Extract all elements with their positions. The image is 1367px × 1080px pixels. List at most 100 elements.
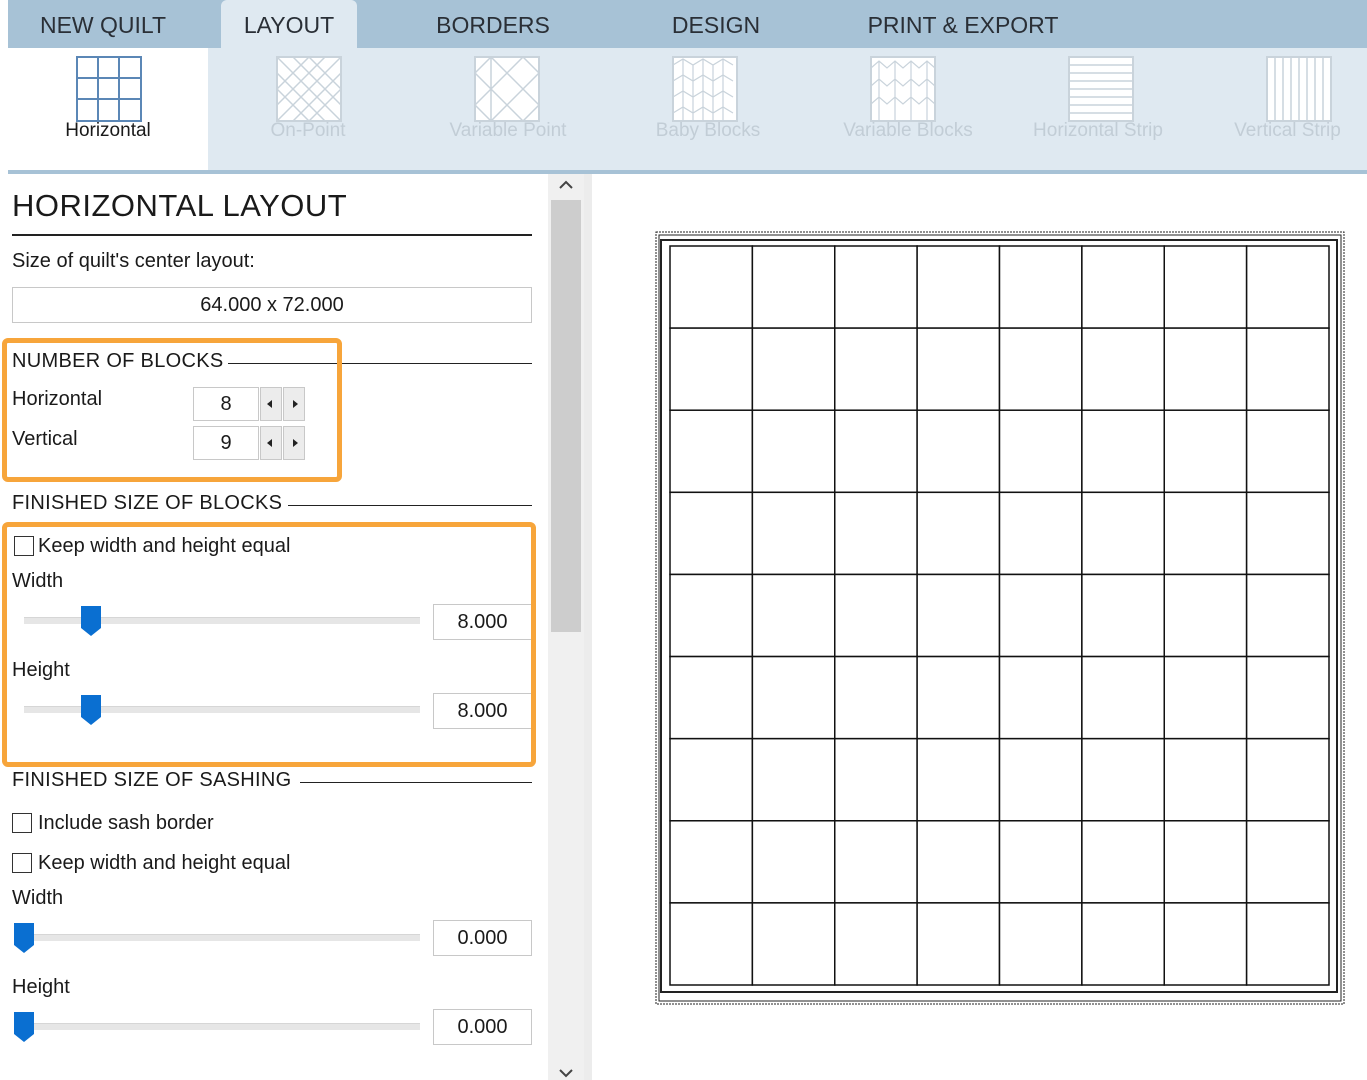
- quilt-block[interactable]: [1081, 737, 1165, 822]
- quilt-block[interactable]: [1163, 245, 1248, 329]
- quilt-block[interactable]: [669, 245, 754, 329]
- tab-new-quilt[interactable]: NEW QUILT: [8, 0, 198, 48]
- sashing-width-input[interactable]: 0.000: [433, 920, 532, 956]
- quilt-block[interactable]: [669, 409, 754, 494]
- quilt-block[interactable]: [916, 327, 1001, 411]
- layout-vertical-strip-button[interactable]: Vertical Strip: [1208, 48, 1367, 170]
- quilt-block[interactable]: [998, 655, 1083, 740]
- layout-on-point-button[interactable]: On-Point: [208, 48, 408, 170]
- quilt-block[interactable]: [669, 655, 754, 740]
- quilt-block[interactable]: [1163, 573, 1248, 658]
- quilt-work-area[interactable]: [592, 170, 1367, 1080]
- chevron-up-icon[interactable]: [558, 178, 574, 192]
- include-sash-border-checkbox[interactable]: [12, 813, 32, 833]
- quilt-block[interactable]: [834, 245, 918, 329]
- quilt-block[interactable]: [998, 245, 1083, 329]
- quilt-block[interactable]: [834, 409, 918, 494]
- quilt-block[interactable]: [916, 820, 1001, 904]
- quilt-block[interactable]: [1245, 573, 1330, 658]
- layout-baby-blocks-button[interactable]: Baby Blocks: [608, 48, 808, 170]
- tab-design[interactable]: DESIGN: [648, 0, 784, 48]
- quilt-block[interactable]: [834, 573, 918, 658]
- quilt-block[interactable]: [751, 245, 836, 329]
- quilt-block[interactable]: [1081, 409, 1165, 494]
- quilt-block[interactable]: [1081, 573, 1165, 658]
- quilt-block[interactable]: [1245, 327, 1330, 411]
- quilt-block[interactable]: [916, 737, 1001, 822]
- highlight-box-blocks: [2, 338, 342, 482]
- tab-layout[interactable]: LAYOUT: [221, 0, 357, 48]
- baby-blocks-icon: [672, 56, 738, 122]
- quilt-block[interactable]: [751, 573, 836, 658]
- quilt-block[interactable]: [834, 902, 918, 986]
- layout-horizontal-button[interactable]: Horizontal: [8, 48, 208, 170]
- keep-equal-sashing-checkbox[interactable]: [12, 853, 32, 873]
- layout-variable-point-button[interactable]: Variable Point: [408, 48, 608, 170]
- quilt-block[interactable]: [916, 655, 1001, 740]
- layout-variable-blocks-button[interactable]: Variable Blocks: [808, 48, 1008, 170]
- quilt-block[interactable]: [1245, 820, 1330, 904]
- quilt-block[interactable]: [834, 737, 918, 822]
- quilt-block[interactable]: [1245, 655, 1330, 740]
- quilt-block[interactable]: [751, 820, 836, 904]
- quilt-block[interactable]: [751, 737, 836, 822]
- quilt-block[interactable]: [834, 491, 918, 576]
- quilt-block[interactable]: [669, 491, 754, 576]
- quilt-block[interactable]: [916, 573, 1001, 658]
- quilt-block[interactable]: [1081, 245, 1165, 329]
- quilt-block[interactable]: [1081, 655, 1165, 740]
- quilt-block[interactable]: [669, 820, 754, 904]
- quilt-block[interactable]: [834, 655, 918, 740]
- sashing-height-input[interactable]: 0.000: [433, 1009, 532, 1045]
- quilt-block[interactable]: [998, 409, 1083, 494]
- quilt-block[interactable]: [916, 409, 1001, 494]
- quilt-block[interactable]: [834, 820, 918, 904]
- quilt-block[interactable]: [1163, 737, 1248, 822]
- sashing-height-slider[interactable]: [24, 1023, 420, 1030]
- quilt-block[interactable]: [1081, 820, 1165, 904]
- sashing-height-slider-thumb[interactable]: [14, 1012, 34, 1042]
- quilt-block[interactable]: [1163, 820, 1248, 904]
- quilt-block[interactable]: [1081, 902, 1165, 986]
- tab-print-export[interactable]: PRINT & EXPORT: [863, 0, 1063, 48]
- quilt-block[interactable]: [669, 327, 754, 411]
- layout-horizontal-strip-button[interactable]: Horizontal Strip: [1008, 48, 1188, 170]
- chevron-down-icon[interactable]: [558, 1066, 574, 1080]
- sashing-width-slider-thumb[interactable]: [14, 923, 34, 953]
- quilt-block[interactable]: [998, 737, 1083, 822]
- quilt-block[interactable]: [1245, 902, 1330, 986]
- quilt-block[interactable]: [1163, 902, 1248, 986]
- quilt-block[interactable]: [1245, 491, 1330, 576]
- quilt-block[interactable]: [751, 409, 836, 494]
- quilt-block[interactable]: [998, 327, 1083, 411]
- quilt-block[interactable]: [834, 327, 918, 411]
- quilt-block[interactable]: [1163, 655, 1248, 740]
- quilt-block[interactable]: [998, 902, 1083, 986]
- panel-splitter[interactable]: [584, 174, 592, 1080]
- scrollbar-thumb[interactable]: [551, 200, 581, 632]
- quilt-block[interactable]: [998, 491, 1083, 576]
- quilt-block[interactable]: [751, 491, 836, 576]
- sashing-width-slider[interactable]: [24, 934, 420, 941]
- quilt-block[interactable]: [1081, 327, 1165, 411]
- quilt-block[interactable]: [669, 737, 754, 822]
- quilt-block[interactable]: [669, 573, 754, 658]
- quilt-block[interactable]: [1245, 245, 1330, 329]
- quilt-block[interactable]: [916, 902, 1001, 986]
- quilt-block[interactable]: [669, 902, 754, 986]
- quilt-block[interactable]: [998, 820, 1083, 904]
- quilt-block[interactable]: [916, 491, 1001, 576]
- quilt-block[interactable]: [1245, 409, 1330, 494]
- quilt-block[interactable]: [1163, 491, 1248, 576]
- quilt-block[interactable]: [998, 573, 1083, 658]
- quilt-block[interactable]: [1163, 409, 1248, 494]
- tab-borders[interactable]: BORDERS: [418, 0, 568, 48]
- quilt-block[interactable]: [751, 902, 836, 986]
- quilt-block[interactable]: [916, 245, 1001, 329]
- quilt-block[interactable]: [1163, 327, 1248, 411]
- quilt-block[interactable]: [1081, 491, 1165, 576]
- quilt-block[interactable]: [751, 327, 836, 411]
- sashing-heading: FINISHED SIZE OF SASHING: [12, 769, 292, 791]
- quilt-block[interactable]: [751, 655, 836, 740]
- quilt-block[interactable]: [1245, 737, 1330, 822]
